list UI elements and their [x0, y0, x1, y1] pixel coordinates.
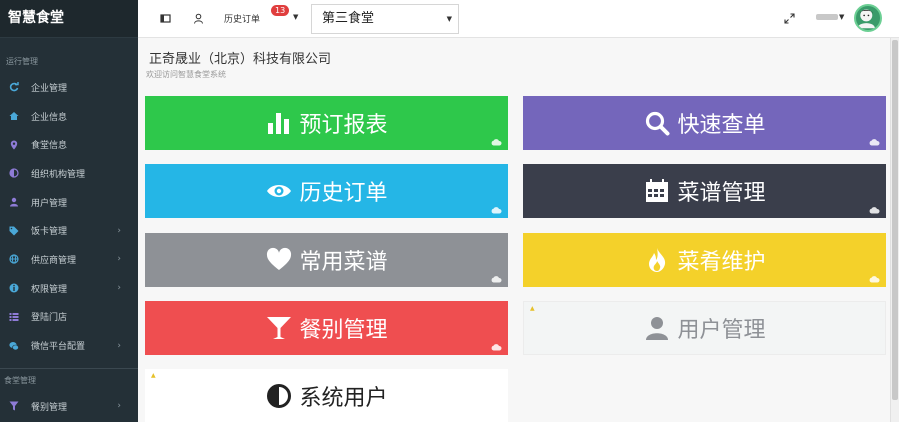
caret-down-icon[interactable]: ▼ — [293, 13, 298, 21]
caret-down-icon: ▼ — [446, 15, 452, 23]
sidebar: 智慧食堂 运行管理 企业管理 企业信息 食堂信息 组织机构管理 用户管理 饭卡管… — [0, 0, 138, 422]
sidebar-item-label: 微信平台配置 — [31, 342, 86, 353]
sidebar-item-label: 组织机构管理 — [31, 169, 86, 180]
info-icon — [8, 282, 20, 294]
top-bar: 历史订单 13 ▼ 第三食堂 ▼ ▼ — [138, 0, 899, 38]
vertical-scrollbar[interactable] — [890, 38, 899, 422]
main-content: 正奇晟业（北京）科技有限公司 欢迎访问智慧食堂系统 预订报表 快速查单 历史订单… — [138, 38, 899, 422]
cloud-download-icon — [491, 344, 502, 351]
tile-dish-maintenance[interactable]: 菜肴维护 — [523, 233, 886, 287]
tile-label: 快速查单 — [677, 113, 766, 138]
fullscreen-icon[interactable] — [782, 11, 796, 25]
sidebar-item-label: 餐别管理 — [31, 402, 68, 413]
cloud-download-icon — [869, 139, 880, 146]
chevron-right-icon: › — [117, 340, 121, 351]
scrollbar-thumb[interactable] — [892, 40, 898, 400]
tag-icon — [8, 225, 20, 237]
avatar-face-icon — [857, 9, 875, 29]
calendar-icon — [643, 177, 671, 205]
tile-common-recipes[interactable]: 常用菜谱 — [145, 233, 508, 287]
menu-toggle-icon[interactable] — [158, 11, 172, 25]
sidebar-item-label: 食堂信息 — [31, 141, 68, 152]
sidebar-item-label: 登陆门店 — [31, 313, 68, 324]
welcome-text: 欢迎访问智慧食堂系统 — [146, 70, 226, 79]
heart-icon — [265, 246, 293, 274]
tile-label: 历史订单 — [299, 181, 388, 206]
cloud-download-icon — [869, 276, 880, 283]
tile-label: 菜谱管理 — [677, 181, 766, 206]
tile-quick-search[interactable]: 快速查单 — [523, 96, 886, 150]
cocktail-icon — [265, 314, 293, 342]
sidebar-item-canteen-info[interactable]: 食堂信息 — [0, 130, 138, 159]
company-name: 正奇晟业（北京）科技有限公司 — [149, 52, 332, 67]
tile-recipe-management[interactable]: 菜谱管理 — [523, 164, 886, 218]
sidebar-section-operations: 运行管理 — [6, 57, 38, 66]
bar-chart-icon — [265, 109, 293, 137]
sidebar-section-canteen: 食堂管理 — [4, 375, 36, 385]
half-circle-icon — [8, 167, 20, 179]
canteen-select[interactable]: 第三食堂 ▼ — [311, 4, 459, 34]
cloud-download-icon — [491, 276, 502, 283]
refresh-icon — [8, 81, 20, 93]
tile-label: 餐别管理 — [299, 318, 388, 343]
contrast-icon — [265, 382, 293, 410]
avatar[interactable] — [854, 4, 882, 32]
home-icon — [8, 110, 20, 122]
sidebar-item-label: 饭卡管理 — [31, 227, 68, 238]
tile-label: 常用菜谱 — [299, 250, 388, 275]
tile-history-orders[interactable]: 历史订单 — [145, 164, 508, 218]
location-icon — [8, 139, 20, 151]
app-title: 智慧食堂 — [0, 0, 138, 38]
sidebar-item-meal-type[interactable]: 餐别管理 › — [0, 392, 138, 421]
eye-icon — [265, 177, 293, 205]
sidebar-item-permission[interactable]: 权限管理 › — [0, 274, 138, 303]
search-icon — [643, 109, 671, 137]
fire-icon — [643, 246, 671, 274]
sidebar-item-org-management[interactable]: 组织机构管理 — [0, 159, 138, 188]
cloud-download-icon — [491, 139, 502, 146]
sidebar-item-label: 供应商管理 — [31, 255, 77, 266]
user-outline-icon[interactable] — [191, 11, 205, 25]
user-icon — [8, 196, 20, 208]
chevron-right-icon: › — [117, 283, 121, 294]
chevron-right-icon: › — [117, 254, 121, 265]
cloud-download-icon — [491, 207, 502, 214]
caret-down-icon[interactable]: ▼ — [839, 13, 844, 21]
tile-system-users[interactable]: ▲ 系统用户 — [145, 369, 508, 422]
tile-label: 系统用户 — [299, 386, 388, 411]
sidebar-item-label: 用户管理 — [31, 198, 68, 209]
sidebar-item-wechat-config[interactable]: 微信平台配置 › — [0, 331, 138, 360]
wechat-icon — [8, 340, 20, 352]
corner-marker-icon: ▲ — [530, 305, 535, 312]
sidebar-item-enterprise-info[interactable]: 企业信息 — [0, 102, 138, 131]
tile-meal-type-management[interactable]: 餐别管理 — [145, 301, 508, 355]
sidebar-item-login-store[interactable]: 登陆门店 — [0, 303, 138, 332]
chevron-right-icon: › — [117, 225, 121, 236]
corner-marker-icon: ▲ — [151, 372, 156, 379]
sidebar-item-meal-card[interactable]: 饭卡管理 › — [0, 216, 138, 245]
list-icon — [8, 311, 20, 323]
sidebar-item-supplier[interactable]: 供应商管理 › — [0, 245, 138, 274]
chevron-right-icon: › — [117, 401, 121, 412]
user-icon — [643, 314, 671, 342]
tile-label: 预订报表 — [299, 113, 388, 138]
tile-label: 菜肴维护 — [677, 250, 766, 275]
cloud-download-icon — [869, 207, 880, 214]
sidebar-item-label: 企业管理 — [31, 83, 68, 94]
sidebar-item-label: 权限管理 — [31, 284, 68, 295]
history-orders-link[interactable]: 历史订单 — [224, 12, 260, 25]
tile-label: 用户管理 — [677, 318, 766, 343]
sidebar-item-user-management[interactable]: 用户管理 — [0, 188, 138, 217]
sidebar-item-enterprise-management[interactable]: 企业管理 — [0, 73, 138, 102]
sidebar-item-label: 企业信息 — [31, 112, 68, 123]
username-label[interactable] — [816, 14, 838, 20]
globe-icon — [8, 253, 20, 265]
filter-icon — [8, 400, 20, 412]
notification-badge: 13 — [271, 5, 290, 16]
tile-user-management[interactable]: ▲ 用户管理 — [523, 301, 886, 355]
tile-booking-report[interactable]: 预订报表 — [145, 96, 508, 150]
canteen-select-value: 第三食堂 — [322, 11, 375, 26]
